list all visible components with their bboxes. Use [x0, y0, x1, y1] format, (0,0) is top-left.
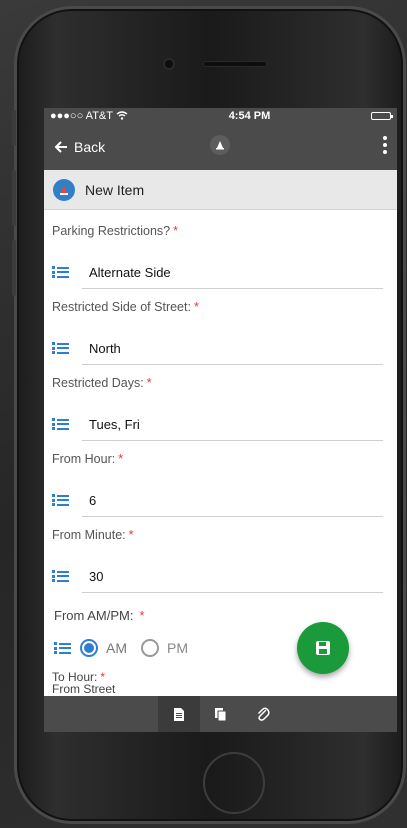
- copy-icon: [214, 707, 226, 721]
- status-bar: ●●●○○ AT&T 4:54 PM: [44, 108, 397, 123]
- tab-form[interactable]: [157, 696, 200, 732]
- label-parking-restrictions: Parking Restrictions? *: [52, 224, 178, 238]
- field-restricted-side[interactable]: North: [52, 333, 383, 365]
- field-from-minute[interactable]: 30: [52, 561, 383, 593]
- earpiece-speaker: [203, 61, 267, 67]
- nav-bar: Back: [44, 123, 397, 170]
- radio-pm-label: PM: [167, 640, 188, 656]
- back-label: Back: [74, 138, 106, 155]
- radio-am[interactable]: [80, 639, 98, 657]
- item-type-icon: [53, 178, 75, 201]
- back-button[interactable]: Back: [54, 139, 105, 155]
- app-screen: ●●●○○ AT&T 4:54 PM Back New Item Parking…: [44, 108, 397, 732]
- label-from-ampm: From AM/PM: *: [54, 608, 145, 623]
- carrier-label: ●●●○○ AT&T: [50, 109, 113, 122]
- label-restricted-side: Restricted Side of Street: *: [52, 300, 199, 314]
- tab-attachments[interactable]: [242, 696, 284, 732]
- list-icon: [52, 418, 70, 430]
- list-icon: [54, 642, 72, 654]
- radio-pm[interactable]: [141, 639, 159, 657]
- volume-up-button: [12, 170, 16, 226]
- floppy-save-icon: [316, 641, 330, 655]
- kebab-icon[interactable]: [383, 136, 387, 154]
- field-parking-restrictions[interactable]: Alternate Side: [52, 257, 383, 289]
- radio-am-label: AM: [106, 640, 127, 656]
- tab-copies[interactable]: [200, 696, 242, 732]
- field-from-hour[interactable]: 6: [52, 485, 383, 517]
- page-title: New Item: [85, 181, 145, 198]
- ampm-radio-group: AM PM: [54, 639, 188, 657]
- side-button: [12, 110, 16, 146]
- label-from-minute: From Minute: *: [52, 528, 134, 542]
- bottom-toolbar: [44, 696, 397, 732]
- field-restricted-days[interactable]: Tues, Fri: [52, 409, 383, 441]
- wifi-icon: [116, 111, 128, 120]
- front-camera: [163, 58, 175, 70]
- document-icon: [173, 707, 184, 721]
- paperclip-icon: [257, 707, 270, 721]
- battery-icon: [370, 111, 393, 120]
- arrow-left-icon: [54, 140, 67, 153]
- clock: 4:54 PM: [228, 109, 271, 122]
- page-header: New Item: [44, 170, 397, 210]
- home-button[interactable]: [203, 752, 265, 814]
- list-icon: [52, 342, 70, 354]
- cone-icon[interactable]: [210, 135, 230, 155]
- save-button[interactable]: [297, 622, 349, 674]
- label-from-street: From Street: [52, 682, 116, 696]
- list-icon: [52, 570, 70, 582]
- list-icon: [52, 266, 70, 278]
- label-from-hour: From Hour: *: [52, 452, 124, 466]
- label-restricted-days: Restricted Days: *: [52, 376, 152, 390]
- volume-down-button: [12, 240, 16, 296]
- list-icon: [52, 494, 70, 506]
